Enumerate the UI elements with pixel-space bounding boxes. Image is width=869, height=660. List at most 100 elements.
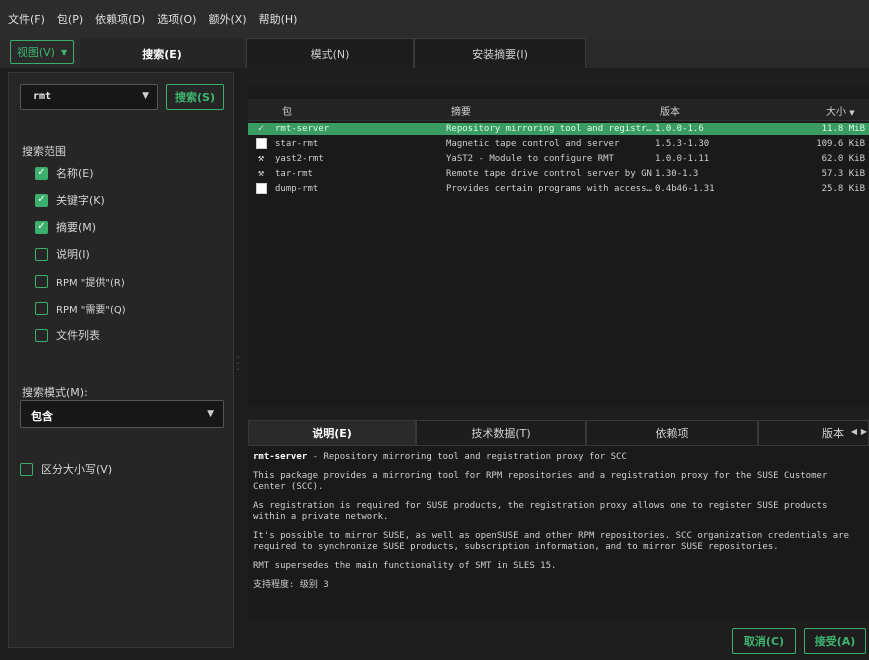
package-version: 1.30-1.3 bbox=[655, 169, 699, 179]
scope-description-checkbox[interactable]: 说明(I) bbox=[35, 245, 90, 263]
menu-package[interactable]: 包(P) bbox=[57, 11, 83, 27]
menu-file[interactable]: 文件(F) bbox=[8, 11, 45, 27]
package-table-header: 包 摘要 版本 大小 ▼ bbox=[248, 99, 869, 121]
chevron-down-icon: ▼ bbox=[60, 47, 68, 57]
menu-dependencies[interactable]: 依赖项(D) bbox=[95, 11, 145, 27]
package-summary: Provides certain programs with access… bbox=[446, 184, 652, 194]
package-name: dump-rmt bbox=[275, 184, 319, 194]
scope-file-list-checkbox[interactable]: 文件列表 bbox=[35, 326, 100, 344]
scroll-right-icon[interactable]: ▶ bbox=[861, 427, 867, 436]
package-size: 62.0 KiB bbox=[821, 154, 865, 164]
accept-button[interactable]: 接受(A) bbox=[804, 628, 866, 654]
menubar: 文件(F) 包(P) 依赖项(D) 选项(O) 额外(X) 帮助(H) bbox=[0, 0, 869, 38]
support-level: 支持程度: 级别 3 bbox=[253, 580, 329, 590]
checkbox-checked-icon: ✓ bbox=[35, 220, 48, 234]
tab-search[interactable]: 搜索(E) bbox=[80, 38, 244, 68]
description-paragraph: RMT supersedes the main functionality of… bbox=[253, 561, 557, 571]
checkbox-checked-icon: ✓ bbox=[35, 166, 48, 180]
checkbox-unchecked-icon bbox=[35, 247, 48, 261]
package-description: rmt-server - Repository mirroring tool a… bbox=[248, 446, 869, 620]
menu-help[interactable]: 帮助(H) bbox=[259, 11, 298, 27]
table-row[interactable]: ⚒ yast2-rmt YaST2 - Module to configure … bbox=[248, 153, 869, 165]
search-scope-title: 搜索范围 bbox=[22, 145, 66, 158]
package-size: 109.6 KiB bbox=[816, 139, 865, 149]
column-header-package[interactable]: 包 bbox=[282, 103, 292, 118]
table-row[interactable]: dump-rmt Provides certain programs with … bbox=[248, 183, 869, 195]
view-button[interactable]: 视图(V) ▼ bbox=[10, 40, 74, 64]
scope-rpm-requires-checkbox[interactable]: RPM "需要"(Q) bbox=[35, 299, 126, 317]
scope-name-checkbox[interactable]: ✓ 名称(E) bbox=[35, 164, 94, 182]
checkbox-checked-icon: ✓ bbox=[35, 193, 48, 207]
table-row[interactable]: ⚒ tar-rmt Remote tape drive control serv… bbox=[248, 168, 869, 180]
splitter-handle[interactable]: · · · bbox=[236, 354, 240, 376]
tab-description[interactable]: 说明(E) bbox=[248, 420, 416, 446]
chevron-down-icon: ▼ bbox=[207, 409, 214, 419]
cancel-button[interactable]: 取消(C) bbox=[732, 628, 796, 654]
search-button[interactable]: 搜索(S) bbox=[166, 84, 224, 110]
case-sensitive-checkbox[interactable]: 区分大小写(V) bbox=[20, 460, 112, 478]
installed-check-icon: ✓ bbox=[257, 123, 265, 134]
scope-summary-checkbox[interactable]: ✓ 摘要(M) bbox=[35, 218, 96, 236]
case-sensitive-label: 区分大小写(V) bbox=[41, 463, 113, 476]
package-size: 57.3 KiB bbox=[821, 169, 865, 179]
tab-patterns[interactable]: 模式(N) bbox=[246, 38, 414, 68]
description-summary: - Repository mirroring tool and registra… bbox=[307, 452, 627, 462]
column-header-version[interactable]: 版本 bbox=[660, 103, 680, 118]
checkbox-unchecked-icon[interactable] bbox=[256, 183, 267, 194]
column-header-summary[interactable]: 摘要 bbox=[451, 103, 471, 118]
table-row[interactable]: star-rmt Magnetic tape control and serve… bbox=[248, 138, 869, 150]
checkbox-unchecked-icon[interactable] bbox=[256, 138, 267, 149]
search-mode-label: 搜索模式(M): bbox=[22, 386, 88, 399]
checkbox-unchecked-icon bbox=[35, 301, 48, 315]
package-summary: Remote tape drive control server by GNU bbox=[446, 169, 652, 179]
package-version: 1.0.0-1.11 bbox=[655, 154, 710, 164]
description-headline: rmt-server - Repository mirroring tool a… bbox=[253, 452, 865, 463]
details-tab-bar: 说明(E) 技术数据(T) 依赖项 版本 ◀ ▶ bbox=[248, 420, 869, 446]
protected-package-icon: ⚒ bbox=[257, 153, 265, 164]
scope-label: 文件列表 bbox=[56, 329, 100, 342]
package-name: rmt-server bbox=[275, 124, 330, 134]
search-mode-select[interactable]: 包含 ▼ bbox=[20, 400, 224, 428]
search-input[interactable]: rmt ▼ bbox=[20, 84, 158, 110]
scope-label: 摘要(M) bbox=[56, 221, 97, 234]
chevron-down-icon: ▼ bbox=[142, 91, 149, 101]
search-mode-value: 包含 bbox=[31, 410, 53, 423]
scope-keywords-checkbox[interactable]: ✓ 关键字(K) bbox=[35, 191, 105, 209]
scope-label: RPM "需要"(Q) bbox=[56, 304, 126, 316]
size-header-label: 大小 bbox=[826, 107, 846, 118]
description-package-name: rmt-server bbox=[253, 452, 308, 462]
package-size: 11.8 MiB bbox=[821, 124, 865, 134]
menu-options[interactable]: 选项(O) bbox=[157, 11, 196, 27]
package-name: tar-rmt bbox=[275, 169, 313, 179]
package-name: star-rmt bbox=[275, 139, 319, 149]
view-button-label: 视图(V) bbox=[16, 46, 55, 59]
description-paragraph: This package provides a mirroring tool f… bbox=[253, 471, 828, 492]
checkbox-unchecked-icon bbox=[20, 462, 33, 476]
package-name: yast2-rmt bbox=[275, 154, 324, 164]
package-table: 包 摘要 版本 大小 ▼ ✓ rmt-server Repository mir… bbox=[248, 87, 869, 407]
protected-package-icon: ⚒ bbox=[257, 168, 265, 179]
package-summary: Repository mirroring tool and registr… bbox=[446, 124, 652, 134]
package-summary: YaST2 - Module to configure RMT bbox=[446, 154, 614, 164]
menu-extras[interactable]: 额外(X) bbox=[208, 11, 246, 27]
scope-rpm-provides-checkbox[interactable]: RPM "提供"(R) bbox=[35, 272, 125, 290]
sort-descending-icon: ▼ bbox=[849, 109, 855, 117]
scope-label: 名称(E) bbox=[56, 167, 94, 180]
table-row[interactable]: ✓ rmt-server Repository mirroring tool a… bbox=[248, 123, 869, 135]
scope-label: 关键字(K) bbox=[56, 194, 105, 207]
tab-dependencies[interactable]: 依赖项 bbox=[586, 420, 758, 446]
package-size: 25.8 KiB bbox=[821, 184, 865, 194]
scope-label: RPM "提供"(R) bbox=[56, 277, 125, 289]
package-summary: Magnetic tape control and server bbox=[446, 139, 620, 149]
package-version: 0.4b46-1.31 bbox=[655, 184, 715, 194]
scope-label: 说明(I) bbox=[56, 248, 90, 261]
description-paragraph: As registration is required for SUSE pro… bbox=[253, 501, 828, 522]
search-query: rmt bbox=[33, 91, 52, 102]
column-header-size[interactable]: 大小 ▼ bbox=[826, 103, 855, 118]
description-paragraph: It's possible to mirror SUSE, as well as… bbox=[253, 531, 850, 552]
tab-installation-summary[interactable]: 安装摘要(I) bbox=[414, 38, 586, 68]
tab-technical-data[interactable]: 技术数据(T) bbox=[416, 420, 586, 446]
package-version: 1.5.3-1.30 bbox=[655, 139, 710, 149]
scroll-left-icon[interactable]: ◀ bbox=[851, 427, 857, 436]
top-tab-bar: 视图(V) ▼ 搜索(E) 模式(N) 安装摘要(I) bbox=[0, 38, 869, 68]
